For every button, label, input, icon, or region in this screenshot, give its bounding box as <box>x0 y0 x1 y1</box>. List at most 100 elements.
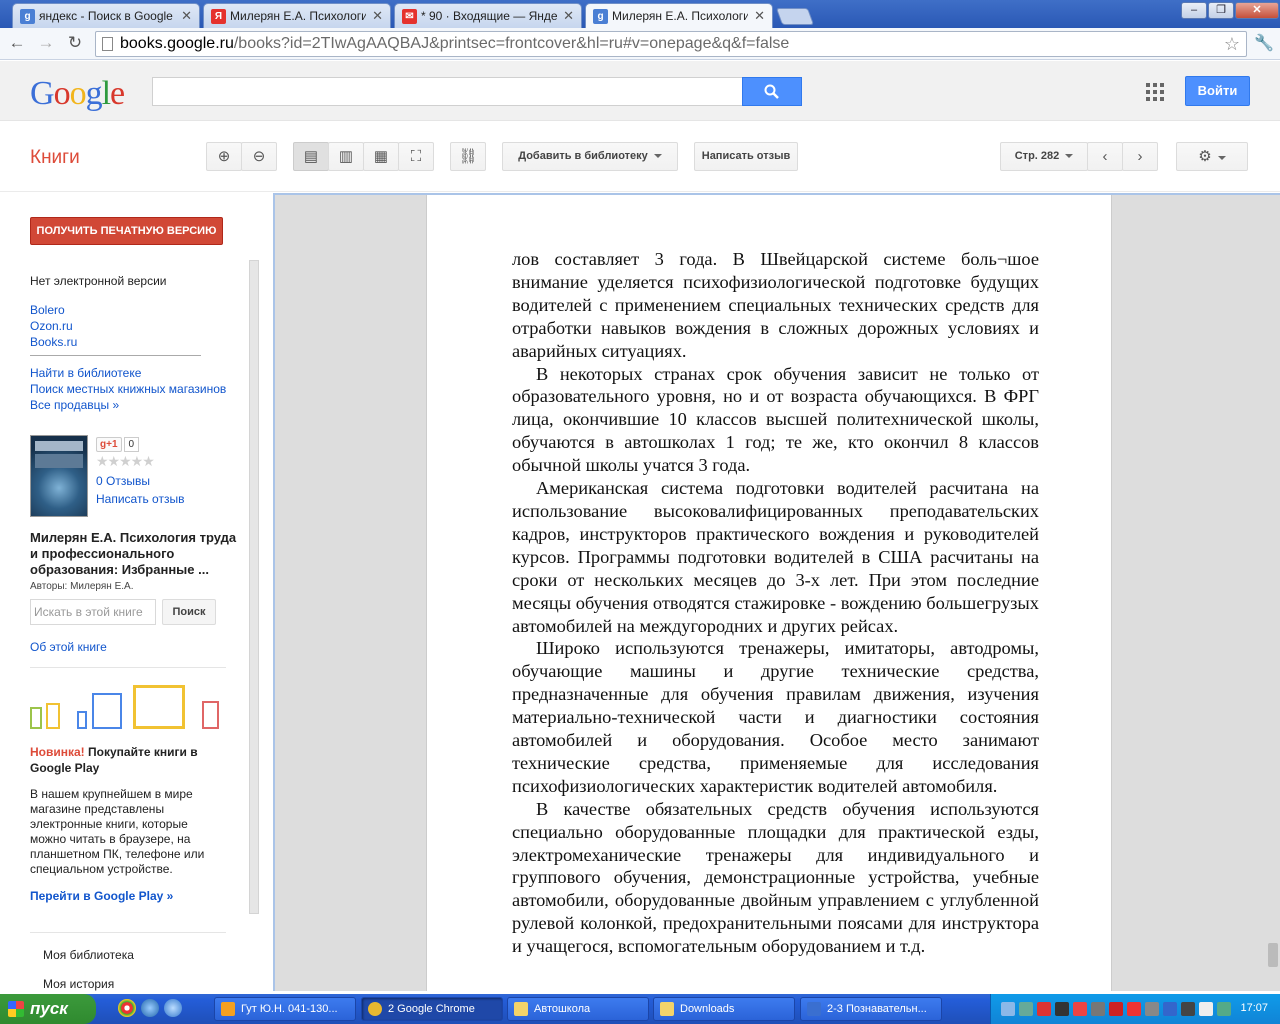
tray-icon[interactable] <box>1037 1002 1051 1016</box>
taskbar-item-chrome[interactable]: 2 Google Chrome <box>361 997 503 1021</box>
browser-toolbar: ← → ↻ books.google.ru/books?id=2TIwAgAAQ… <box>0 28 1280 60</box>
add-to-library-button[interactable]: Добавить в библиотеку <box>502 142 678 171</box>
book-viewer[interactable]: лов составляет 3 года. В Швейцарской сис… <box>273 193 1280 991</box>
get-print-version-button[interactable]: ПОЛУЧИТЬ ПЕЧАТНУЮ ВЕРСИЮ <box>30 217 223 245</box>
book-cover-thumbnail[interactable] <box>30 435 88 517</box>
browser-quicklaunch-icon[interactable] <box>164 999 182 1017</box>
new-tab-button[interactable] <box>775 8 815 25</box>
tab-label: Милерян Е.А. Психология т <box>230 9 366 23</box>
about-book-link[interactable]: Об этой книге <box>30 640 107 654</box>
close-tab-icon[interactable]: ✕ <box>181 8 192 24</box>
bookmark-star-icon[interactable]: ☆ <box>1224 32 1240 56</box>
minimize-icon[interactable]: – <box>1181 2 1207 19</box>
divider <box>30 667 226 668</box>
folder-icon <box>660 1002 674 1016</box>
write-review-link[interactable]: Написать отзыв <box>96 492 184 506</box>
prev-page-button[interactable]: ‹ <box>1087 142 1123 171</box>
tray-icon[interactable] <box>1073 1002 1087 1016</box>
reviews-count-link[interactable]: 0 Отзывы <box>96 474 150 488</box>
tray-icon[interactable] <box>1019 1002 1033 1016</box>
tray-icon[interactable] <box>1091 1002 1105 1016</box>
write-review-button[interactable]: Написать отзыв <box>694 142 798 171</box>
all-sellers-link[interactable]: Все продавцы » <box>30 398 119 412</box>
tray-icon[interactable] <box>1127 1002 1141 1016</box>
tab-yandex-page[interactable]: Я Милерян Е.А. Психология т ✕ <box>203 3 391 28</box>
gplus-button[interactable]: g+1 <box>96 437 122 452</box>
search-in-book-input[interactable]: Искать в этой книге <box>30 599 156 625</box>
chevron-left-icon: ‹ <box>1102 148 1108 165</box>
zoom-in-button[interactable]: ⊕ <box>206 142 242 171</box>
book-sidebar: ПОЛУЧИТЬ ПЕЧАТНУЮ ВЕРСИЮ Нет электронной… <box>0 193 273 991</box>
start-button[interactable]: пуск <box>0 994 96 1024</box>
reload-icon[interactable]: ↻ <box>63 32 87 56</box>
divider <box>30 932 226 933</box>
tray-icon[interactable] <box>1001 1002 1015 1016</box>
chevron-down-icon <box>1065 154 1074 159</box>
tray-icon[interactable] <box>1163 1002 1177 1016</box>
taskbar-item[interactable]: Автошкола <box>507 997 649 1021</box>
seller-link-bolero[interactable]: Bolero <box>30 303 65 317</box>
tab-google-books[interactable]: g Милерян Е.А. Психология т ✕ <box>585 3 773 29</box>
gplus-count: 0 <box>123 437 140 452</box>
search-in-book-button[interactable]: Поиск <box>162 599 216 625</box>
volume-icon[interactable] <box>1199 1002 1213 1016</box>
find-in-library-link[interactable]: Найти в библиотеке <box>30 366 141 380</box>
start-label: пуск <box>30 999 68 1018</box>
back-arrow-icon[interactable]: ← <box>5 32 29 56</box>
maximize-icon[interactable]: ❐ <box>1208 2 1234 19</box>
my-library-link[interactable]: Моя библиотека <box>43 948 134 962</box>
folder-icon <box>514 1002 528 1016</box>
signin-button[interactable]: Войти <box>1185 76 1250 106</box>
google-logo[interactable]: Google <box>30 75 125 113</box>
page-paragraph: В качестве обязательных средств обучения… <box>512 798 1039 957</box>
ie-quicklaunch-icon[interactable] <box>141 999 159 1017</box>
page-number-label: Стр. 282 <box>1014 150 1060 162</box>
google-search-button[interactable] <box>742 77 802 106</box>
seller-link-books[interactable]: Books.ru <box>30 335 77 349</box>
taskbar-item-label: Автошкола <box>534 1003 591 1015</box>
page-select-dropdown[interactable]: Стр. 282 <box>1000 142 1088 171</box>
two-page-view-button[interactable]: ▥ <box>328 142 364 171</box>
close-tab-icon[interactable]: ✕ <box>563 8 574 24</box>
taskbar-item[interactable]: Гут Ю.Н. 041-130... <box>214 997 356 1021</box>
thumbnail-view-button[interactable]: ▦ <box>363 142 399 171</box>
next-page-button[interactable]: › <box>1122 142 1158 171</box>
link-icon: ⛓ <box>458 148 478 165</box>
tray-icon[interactable] <box>1109 1002 1123 1016</box>
zoom-out-button[interactable]: ⊖ <box>241 142 277 171</box>
google-search-input[interactable] <box>152 77 744 106</box>
sidebar-scrollbar[interactable] <box>249 260 259 914</box>
fullscreen-button[interactable]: ⛶ <box>398 142 434 171</box>
tab-yandex-search[interactable]: g яндекс - Поиск в Google ✕ <box>12 3 200 28</box>
single-page-view-button[interactable]: ▤ <box>293 142 329 171</box>
gplus-widget[interactable]: g+1 0 <box>96 437 140 452</box>
my-history-link[interactable]: Моя история <box>43 977 114 991</box>
book-page: лов составляет 3 года. В Швейцарской сис… <box>426 195 1112 991</box>
local-stores-link[interactable]: Поиск местных книжных магазинов <box>30 382 226 396</box>
close-tab-icon[interactable]: ✕ <box>372 8 383 24</box>
chrome-quicklaunch-icon[interactable] <box>118 999 136 1017</box>
taskbar-item-label: 2 Google Chrome <box>388 1003 475 1015</box>
google-play-link[interactable]: Перейти в Google Play » <box>30 889 173 903</box>
books-label[interactable]: Книги <box>30 147 80 169</box>
apps-grid-icon[interactable] <box>1146 83 1164 101</box>
link-button[interactable]: ⛓ <box>450 142 486 171</box>
tray-icon[interactable] <box>1181 1002 1195 1016</box>
settings-dropdown[interactable]: ⚙ <box>1176 142 1248 171</box>
tray-icon[interactable] <box>1055 1002 1069 1016</box>
viewer-scrollbar-thumb[interactable] <box>1268 943 1278 967</box>
tab-yandex-mail[interactable]: ✉ * 90 · Входящие — Яндекс ✕ <box>394 3 582 28</box>
taskbar-item[interactable]: Downloads <box>653 997 795 1021</box>
tray-icon[interactable] <box>1145 1002 1159 1016</box>
seller-link-ozon[interactable]: Ozon.ru <box>30 319 73 333</box>
taskbar-item[interactable]: 2-3 Познавательн... <box>800 997 942 1021</box>
taskbar-item-label: 2-3 Познавательн... <box>827 1003 927 1015</box>
address-bar[interactable]: books.google.ru/books?id=2TIwAgAAQBAJ&pr… <box>95 31 1247 57</box>
zoom-out-icon: ⊖ <box>252 148 266 165</box>
window-close-icon[interactable]: ✕ <box>1235 2 1279 19</box>
wrench-menu-icon[interactable]: 🔧 <box>1253 33 1275 55</box>
promo-heading: Новинка! Покупайте книги в Google Play <box>30 744 220 776</box>
network-icon[interactable] <box>1217 1002 1231 1016</box>
forward-arrow-icon[interactable]: → <box>34 32 58 56</box>
close-tab-icon[interactable]: ✕ <box>754 8 765 24</box>
